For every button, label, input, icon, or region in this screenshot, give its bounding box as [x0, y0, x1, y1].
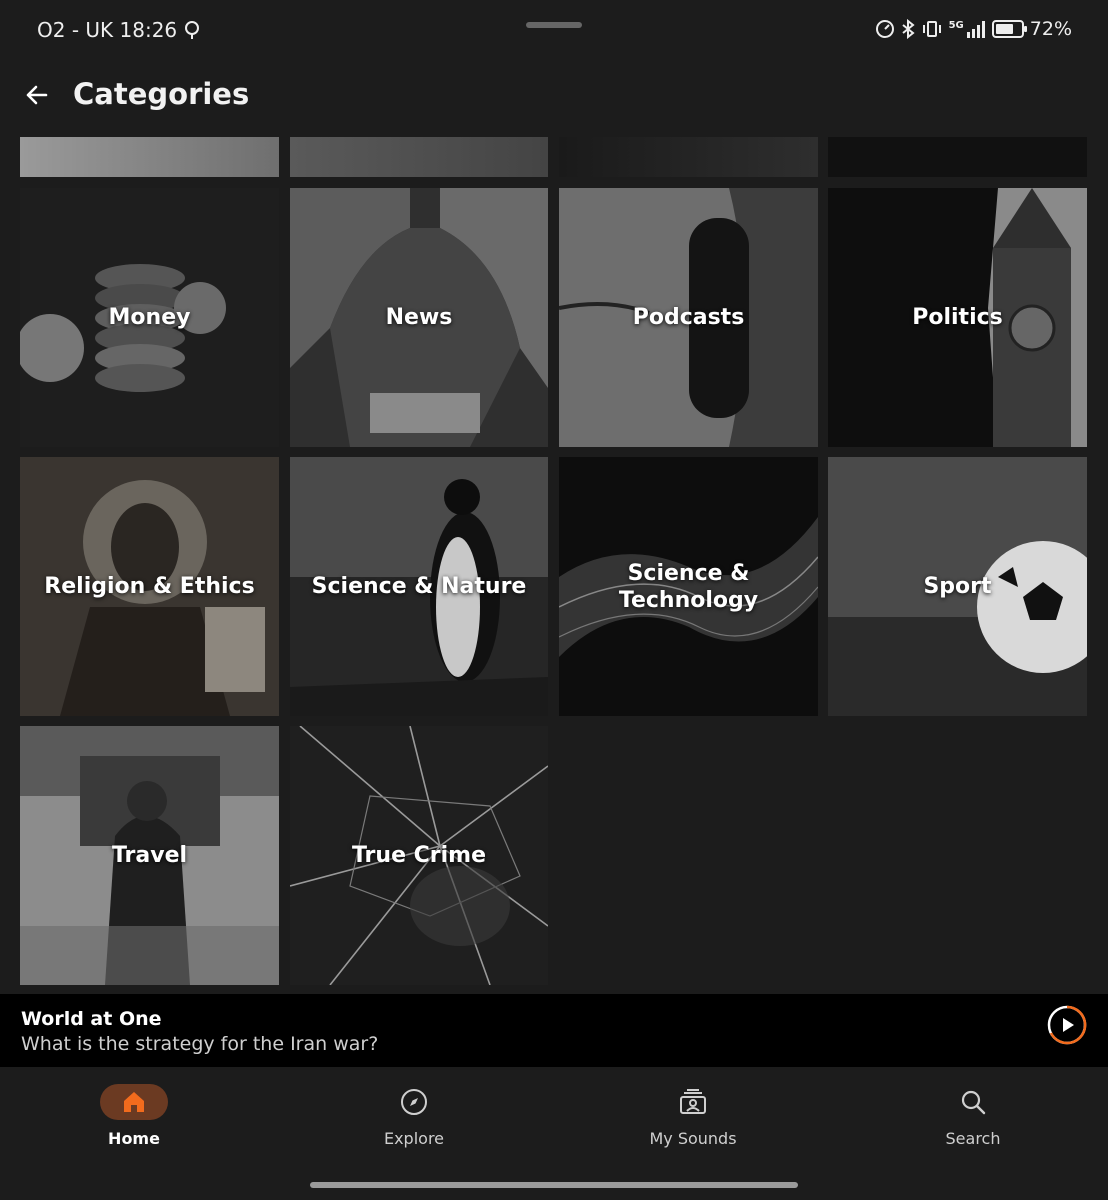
- category-tile-podcasts[interactable]: Podcasts: [559, 188, 818, 447]
- category-tile-science-technology[interactable]: Science & Technology: [559, 457, 818, 716]
- nav-label-search: Search: [945, 1129, 1001, 1148]
- nav-search-pill: [939, 1084, 1007, 1120]
- signal-icon: [966, 21, 985, 38]
- status-bar: O2 - UK 18:26 5G 72%: [0, 0, 1108, 60]
- compass-icon: [401, 1089, 427, 1115]
- gesture-bar[interactable]: [310, 1182, 798, 1188]
- nav-label-home: Home: [108, 1129, 160, 1148]
- now-playing-title: World at One: [21, 1008, 162, 1030]
- tile-label: Sport: [923, 574, 992, 599]
- tile-label: News: [385, 305, 453, 330]
- category-tile-money[interactable]: Money: [20, 188, 279, 447]
- tile-label: Travel: [111, 843, 188, 868]
- battery-icon: [991, 20, 1027, 38]
- tile-label: True Crime: [351, 843, 487, 868]
- nav-my-sounds-pill: [659, 1084, 727, 1120]
- tile-label: Podcasts: [632, 305, 745, 330]
- data-saver-icon: [875, 20, 894, 38]
- tile-label: Money: [108, 305, 191, 330]
- tile-label: Science & Nature: [311, 574, 527, 599]
- nav-my-sounds[interactable]: My Sounds: [613, 1084, 773, 1148]
- category-grid: Money News Podcasts Politics Religion & …: [0, 137, 1108, 994]
- tile-partial-4[interactable]: [828, 137, 1087, 177]
- nav-explore[interactable]: Explore: [334, 1084, 494, 1148]
- status-right: 5G 72%: [875, 18, 1072, 40]
- category-tile-politics[interactable]: Politics: [828, 188, 1087, 447]
- tile-label: Religion & Ethics: [44, 574, 255, 599]
- search-icon: [961, 1090, 986, 1115]
- status-left: O2 - UK 18:26: [37, 18, 201, 42]
- category-tile-travel[interactable]: Travel: [20, 726, 279, 985]
- bluetooth-icon: [901, 19, 915, 39]
- nav-explore-pill: [380, 1084, 448, 1120]
- play-circle-icon[interactable]: [1047, 1005, 1087, 1045]
- category-tile-religion-ethics[interactable]: Religion & Ethics: [20, 457, 279, 716]
- category-tile-news[interactable]: News: [290, 188, 548, 447]
- nav-home-pill: [100, 1084, 168, 1120]
- tile-label: Science & Technology: [618, 560, 759, 613]
- nav-label-my-sounds: My Sounds: [649, 1129, 737, 1148]
- nav-search[interactable]: Search: [893, 1084, 1053, 1148]
- tile-label: Politics: [912, 305, 1003, 330]
- tile-partial-1[interactable]: [20, 137, 279, 177]
- tile-partial-3[interactable]: [559, 137, 818, 177]
- vibrate-icon: [922, 21, 941, 37]
- carrier-time: O2 - UK 18:26: [37, 18, 178, 42]
- category-tile-sport[interactable]: Sport: [828, 457, 1087, 716]
- app-header: Categories: [0, 60, 1108, 134]
- category-tile-science-nature[interactable]: Science & Nature: [290, 457, 548, 716]
- category-tile-true-crime[interactable]: True Crime: [290, 726, 548, 985]
- arrow-left-icon[interactable]: [20, 78, 54, 112]
- tile-partial-2[interactable]: [290, 137, 548, 177]
- my-sounds-icon: [680, 1089, 706, 1114]
- home-icon: [124, 1092, 144, 1112]
- page-title: Categories: [73, 77, 250, 111]
- network-type: 5G: [948, 19, 964, 31]
- nav-label-explore: Explore: [383, 1129, 445, 1148]
- nav-home[interactable]: Home: [54, 1084, 214, 1148]
- now-playing-subtitle: What is the strategy for the Iran war?: [21, 1033, 379, 1055]
- notification-icon: [185, 21, 200, 39]
- top-drag-handle[interactable]: [526, 22, 582, 28]
- bottom-navigation: Home Explore My Sounds Search: [0, 1067, 1108, 1200]
- battery-percent: 72%: [1029, 18, 1072, 40]
- mini-player[interactable]: World at One What is the strategy for th…: [0, 994, 1108, 1067]
